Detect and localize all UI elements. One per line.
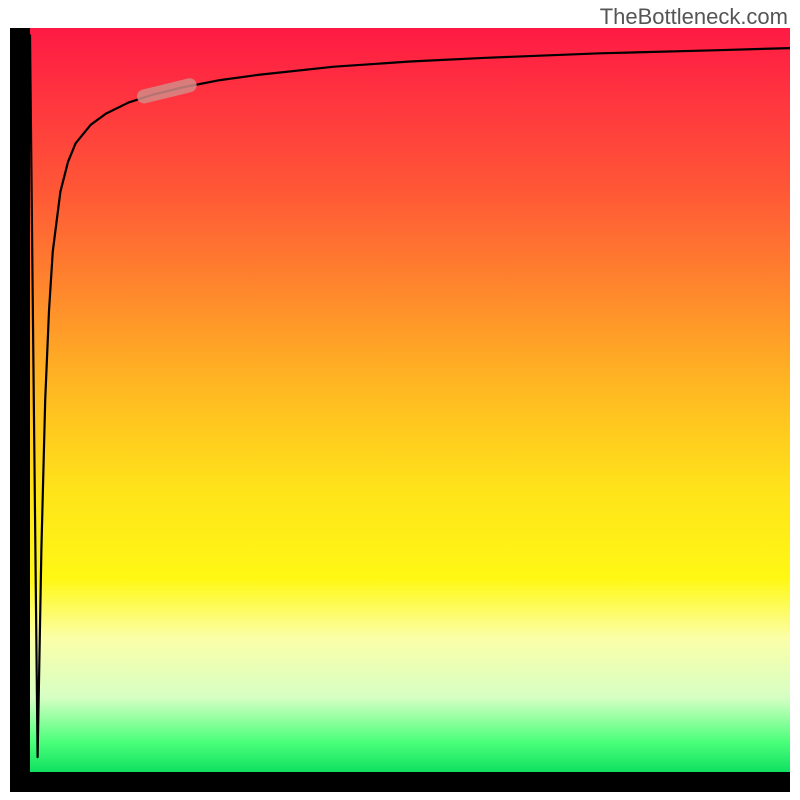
chart-plot-area [30, 28, 790, 772]
highlight-marker [144, 85, 190, 96]
chart-frame [10, 28, 790, 792]
bottleneck-curve [30, 35, 790, 757]
watermark-text: TheBottleneck.com [600, 4, 788, 30]
chart-svg [30, 28, 790, 772]
